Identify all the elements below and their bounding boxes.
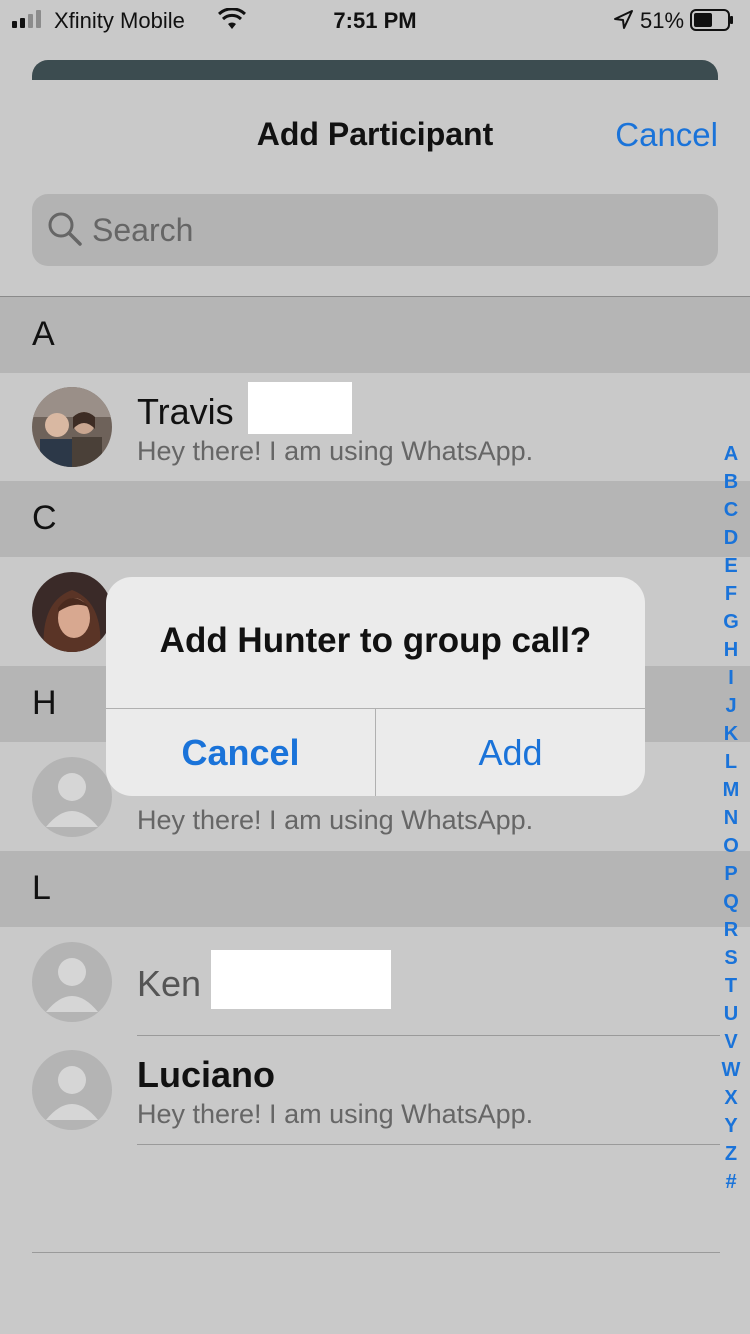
divider — [32, 1252, 720, 1253]
contact-name: Luciano — [137, 1054, 276, 1095]
index-letter[interactable]: E — [724, 552, 737, 580]
add-to-call-alert: Add Hunter to group call? Cancel Add — [106, 577, 645, 796]
search-bar[interactable] — [32, 194, 718, 266]
contact-name: Travis — [137, 391, 234, 432]
redaction-box — [248, 382, 352, 434]
contact-status: Hey there! I am using WhatsApp. — [137, 805, 534, 835]
alert-cancel-button[interactable]: Cancel — [106, 709, 375, 796]
section-header-l: L — [0, 851, 750, 927]
index-letter[interactable]: # — [725, 1168, 736, 1196]
index-letter[interactable]: N — [724, 804, 738, 832]
index-letter[interactable]: T — [725, 972, 737, 1000]
section-letter: C — [32, 499, 57, 537]
section-index[interactable]: A B C D E F G H I J K L M N O P Q R S T U V W X Y Z # — [720, 440, 742, 1196]
contact-row-luciano[interactable]: Luciano Hey there! I am using WhatsApp. — [0, 1036, 720, 1144]
index-letter[interactable]: V — [724, 1028, 737, 1056]
contact-name: Ken — [137, 963, 202, 1004]
index-letter[interactable]: F — [725, 580, 737, 608]
section-letter: H — [32, 684, 57, 722]
contact-status: Hey there! I am using WhatsApp. — [137, 1099, 534, 1129]
default-avatar-icon — [32, 757, 112, 837]
cancel-button[interactable]: Cancel — [615, 116, 718, 154]
alert-add-button[interactable]: Add — [376, 709, 645, 796]
index-letter[interactable]: L — [725, 748, 737, 776]
redaction-box — [211, 950, 391, 1009]
index-letter[interactable]: Y — [724, 1112, 737, 1140]
contact-row-travis[interactable]: Travis Hey there! I am using WhatsApp. — [0, 373, 720, 481]
index-letter[interactable]: H — [724, 636, 738, 664]
row-divider — [137, 1144, 720, 1145]
default-avatar-icon — [32, 942, 112, 1022]
index-letter[interactable]: A — [724, 440, 738, 468]
alert-title: Add Hunter to group call? — [159, 621, 592, 660]
default-avatar-icon — [32, 1050, 112, 1130]
index-letter[interactable]: B — [724, 468, 738, 496]
index-letter[interactable]: Q — [723, 888, 739, 916]
index-letter[interactable]: D — [724, 524, 738, 552]
clock: 7:51 PM — [333, 8, 417, 33]
index-letter[interactable]: M — [723, 776, 740, 804]
index-letter[interactable]: K — [724, 720, 738, 748]
section-header-a: A — [0, 297, 750, 373]
index-letter[interactable]: X — [724, 1084, 737, 1112]
contact-photo-travis — [32, 387, 112, 467]
search-icon — [48, 212, 82, 246]
index-letter[interactable]: S — [724, 944, 737, 972]
index-letter[interactable]: I — [728, 664, 734, 692]
index-letter[interactable]: W — [722, 1056, 741, 1084]
index-letter[interactable]: G — [723, 608, 739, 636]
status-bar: Xfinity Mobile 7:51 PM 51% — [0, 0, 750, 40]
section-header-c: C — [0, 481, 750, 557]
index-letter[interactable]: C — [724, 496, 738, 524]
location-arrow-icon — [614, 10, 633, 29]
section-letter: A — [32, 315, 55, 353]
index-letter[interactable]: P — [724, 860, 737, 888]
contact-photo-c — [32, 572, 112, 652]
battery-icon — [690, 9, 733, 31]
battery-percent: 51% — [640, 8, 685, 33]
section-letter: L — [32, 869, 51, 907]
index-letter[interactable]: R — [724, 916, 738, 944]
index-letter[interactable]: Z — [725, 1140, 737, 1168]
search-input[interactable] — [92, 206, 692, 254]
index-letter[interactable]: U — [724, 1000, 738, 1028]
contact-row-ken[interactable]: Ken — [0, 927, 720, 1035]
index-letter[interactable]: O — [723, 832, 739, 860]
index-letter[interactable]: J — [725, 692, 736, 720]
contact-status: Hey there! I am using WhatsApp. — [137, 436, 534, 466]
